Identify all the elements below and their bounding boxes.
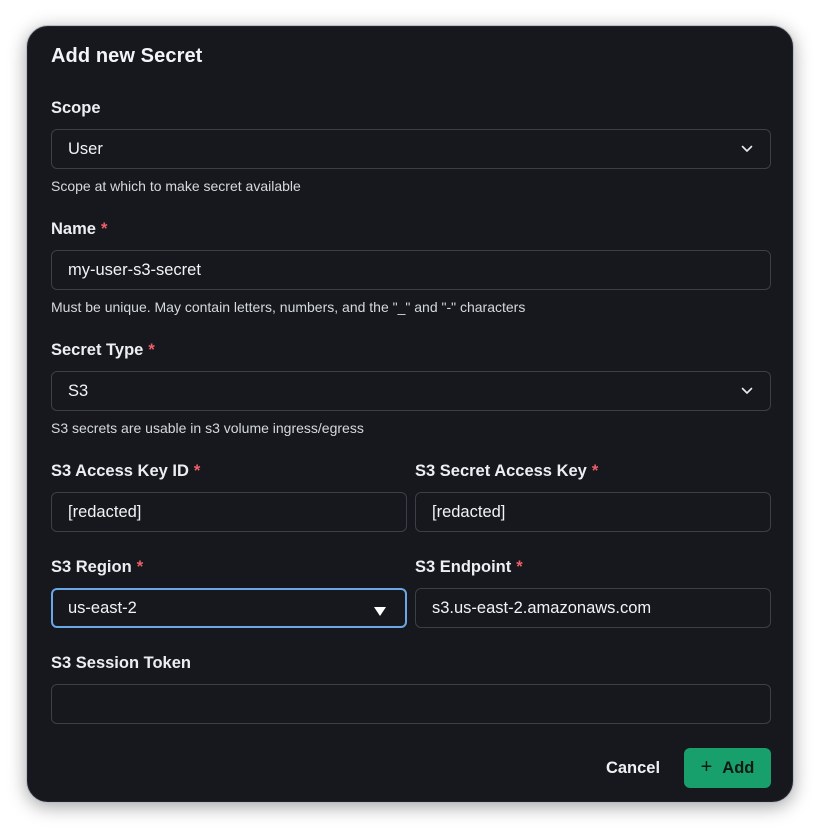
required-asterisk: *	[100, 220, 108, 238]
access-key-id-value: [redacted]	[68, 502, 142, 521]
caret-down-icon	[374, 606, 386, 616]
secret-type-help-text: S3 secrets are usable in s3 volume ingre…	[51, 420, 364, 436]
region-select-value: us-east-2	[68, 598, 137, 617]
session-token-label-text: S3 Session Token	[51, 654, 191, 672]
cancel-button-label: Cancel	[605, 758, 661, 777]
plus-icon: +	[700, 756, 713, 778]
dialog-title: Add new Secret	[51, 45, 203, 67]
access-key-id-label: S3 Access Key ID *	[51, 462, 200, 481]
region-select[interactable]: us-east-2	[51, 588, 407, 628]
required-asterisk: *	[516, 558, 523, 576]
access-key-id-input[interactable]: [redacted]	[51, 492, 407, 532]
secret-access-key-input[interactable]: [redacted]	[415, 492, 771, 532]
endpoint-input[interactable]: s3.us-east-2.amazonaws.com	[415, 588, 771, 628]
add-button-label: Add	[722, 758, 755, 777]
required-asterisk: *	[193, 462, 201, 480]
add-button[interactable]: + Add	[684, 748, 771, 788]
access-key-id-label-text: S3 Access Key ID	[51, 462, 189, 480]
chevron-down-icon	[740, 384, 754, 398]
secret-access-key-value: [redacted]	[432, 502, 506, 521]
name-help-text: Must be unique. May contain letters, num…	[51, 299, 526, 315]
secret-type-label: Secret Type *	[51, 341, 155, 360]
chevron-down-icon	[740, 142, 754, 156]
endpoint-label: S3 Endpoint *	[415, 558, 523, 577]
name-input[interactable]: my-user-s3-secret	[51, 250, 771, 290]
scope-label: Scope	[51, 99, 101, 118]
endpoint-value: s3.us-east-2.amazonaws.com	[432, 598, 652, 617]
cancel-button[interactable]: Cancel	[598, 748, 668, 788]
required-asterisk: *	[148, 341, 155, 359]
secret-access-key-label: S3 Secret Access Key *	[415, 462, 598, 481]
name-label: Name *	[51, 220, 107, 239]
endpoint-label-text: S3 Endpoint	[415, 558, 512, 576]
scope-select[interactable]: User	[51, 129, 771, 169]
secret-access-key-label-text: S3 Secret Access Key	[415, 462, 587, 480]
secret-type-label-text: Secret Type	[51, 341, 144, 359]
session-token-input[interactable]	[51, 684, 771, 724]
session-token-label: S3 Session Token	[51, 654, 191, 673]
required-asterisk: *	[136, 558, 144, 576]
required-asterisk: *	[591, 462, 599, 480]
name-label-text: Name	[51, 220, 96, 238]
scope-label-text: Scope	[51, 99, 101, 117]
region-label: S3 Region *	[51, 558, 143, 577]
secret-type-select-value: S3	[68, 381, 89, 400]
scope-help-text: Scope at which to make secret available	[51, 178, 301, 194]
scope-select-value: User	[68, 139, 103, 158]
region-label-text: S3 Region	[51, 558, 132, 576]
name-input-value: my-user-s3-secret	[68, 260, 201, 279]
secret-type-select[interactable]: S3	[51, 371, 771, 411]
add-secret-dialog: Add new Secret Scope User Scope at which…	[26, 25, 794, 803]
